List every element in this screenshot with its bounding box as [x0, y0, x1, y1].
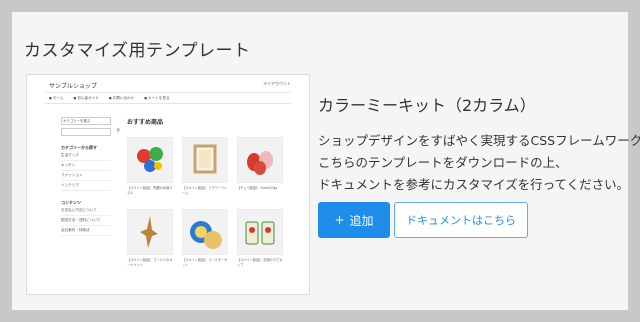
kit-description: ショップデザインをすばやく実現するCSSフレームワーク。 こちらのテンプレートを… — [318, 130, 640, 196]
kit-title: カラーミーキット（2カラム） — [318, 96, 536, 115]
plus-icon: + — [334, 213, 345, 227]
preview-nav: ホーム 初心者ガイド お問い合わせ カートを見る — [45, 92, 291, 104]
preview-sidebar-link: ファッション — [61, 171, 111, 181]
preview-product: 【スペイン製品】 フラワーフレーム — [182, 137, 228, 195]
preview-nav-guide: 初心者ガイド — [73, 96, 99, 101]
preview-search-input: ⚲ — [61, 128, 120, 136]
preview-sidebar-link: お支払い方法について — [61, 206, 111, 216]
preview-product: 【スペイン製品】 ゴールドのオーナメント — [127, 209, 173, 267]
product-image-cups — [237, 209, 283, 255]
preview-account-link: マイアカウント — [263, 81, 291, 86]
product-image-coasters — [182, 209, 228, 255]
kit-description-line: ショップデザインをすばやく実現するCSSフレームワーク。 — [318, 133, 640, 148]
preview-main: おすすめ商品 【スペイン製品】 陶器の木製パネル 【スペイン製品】 フラワーフレ… — [127, 117, 283, 267]
preview-product: 【スペイン製品】 陶器の木製パネル — [127, 137, 173, 195]
preview-shop-name: サンプルショップ — [49, 83, 97, 90]
product-image-frame — [182, 137, 228, 183]
preview-product: 【チェコ製品】 Forest-Egg — [237, 137, 283, 191]
preview-product-caption: 【スペイン製品】 陶器の木製パネル — [127, 186, 173, 195]
search-icon: ⚲ — [116, 128, 120, 134]
template-preview-thumbnail[interactable]: サンプルショップ マイアカウント ホーム 初心者ガイド お問い合わせ カートを見… — [26, 74, 310, 295]
preview-product-caption: 【スペイン製品】 花柄のマグカップ — [237, 258, 283, 267]
preview-sidebar-link: キッチン — [61, 161, 111, 171]
add-template-button[interactable]: + 追加 — [318, 202, 390, 238]
preview-product: 【スペイン製品】 花柄のマグカップ — [237, 209, 283, 267]
preview-product-caption: 【スペイン製品】 コースターセット — [182, 258, 228, 267]
preview-sidebar-link: インテリア — [61, 181, 111, 191]
kit-description-line: こちらのテンプレートをダウンロードの上、 — [318, 155, 568, 170]
preview-product: 【スペイン製品】 コースターセット — [182, 209, 228, 267]
preview-sidebar-link: 配送方法・送料について — [61, 216, 111, 226]
preview-nav-contact: お問い合わせ — [109, 96, 135, 101]
kit-description-line: ドキュメントを参考にカスタマイズを行ってください。 — [318, 177, 630, 192]
preview-heading: おすすめ商品 — [127, 119, 164, 126]
preview-nav-home: ホーム — [49, 96, 64, 101]
preview-product-caption: 【チェコ製品】 Forest-Egg — [237, 186, 278, 190]
preview-product-caption: 【スペイン製品】 フラワーフレーム — [182, 186, 228, 195]
preview-sidebar-link: 会社案内・特商法 — [61, 226, 111, 236]
preview-sidebar-link: 生活グッズ — [61, 151, 111, 161]
preview-product-caption: 【スペイン製品】 ゴールドのオーナメント — [127, 258, 173, 267]
documentation-button[interactable]: ドキュメントはこちら — [394, 202, 528, 238]
preview-nav-cart: カートを見る — [144, 96, 170, 101]
add-button-label: 追加 — [349, 213, 374, 228]
product-image-ornament — [127, 209, 173, 255]
product-image-butterfly — [127, 137, 173, 183]
preview-sidebar: カテゴリーを選ぶ ⚲ カテゴリーから探す 生活グッズ キッチン ファッション イ… — [61, 117, 120, 236]
preview-category-select: カテゴリーを選ぶ — [61, 117, 111, 125]
section-title: カスタマイズ用テンプレート — [24, 41, 251, 61]
product-image-eggs — [237, 137, 283, 183]
